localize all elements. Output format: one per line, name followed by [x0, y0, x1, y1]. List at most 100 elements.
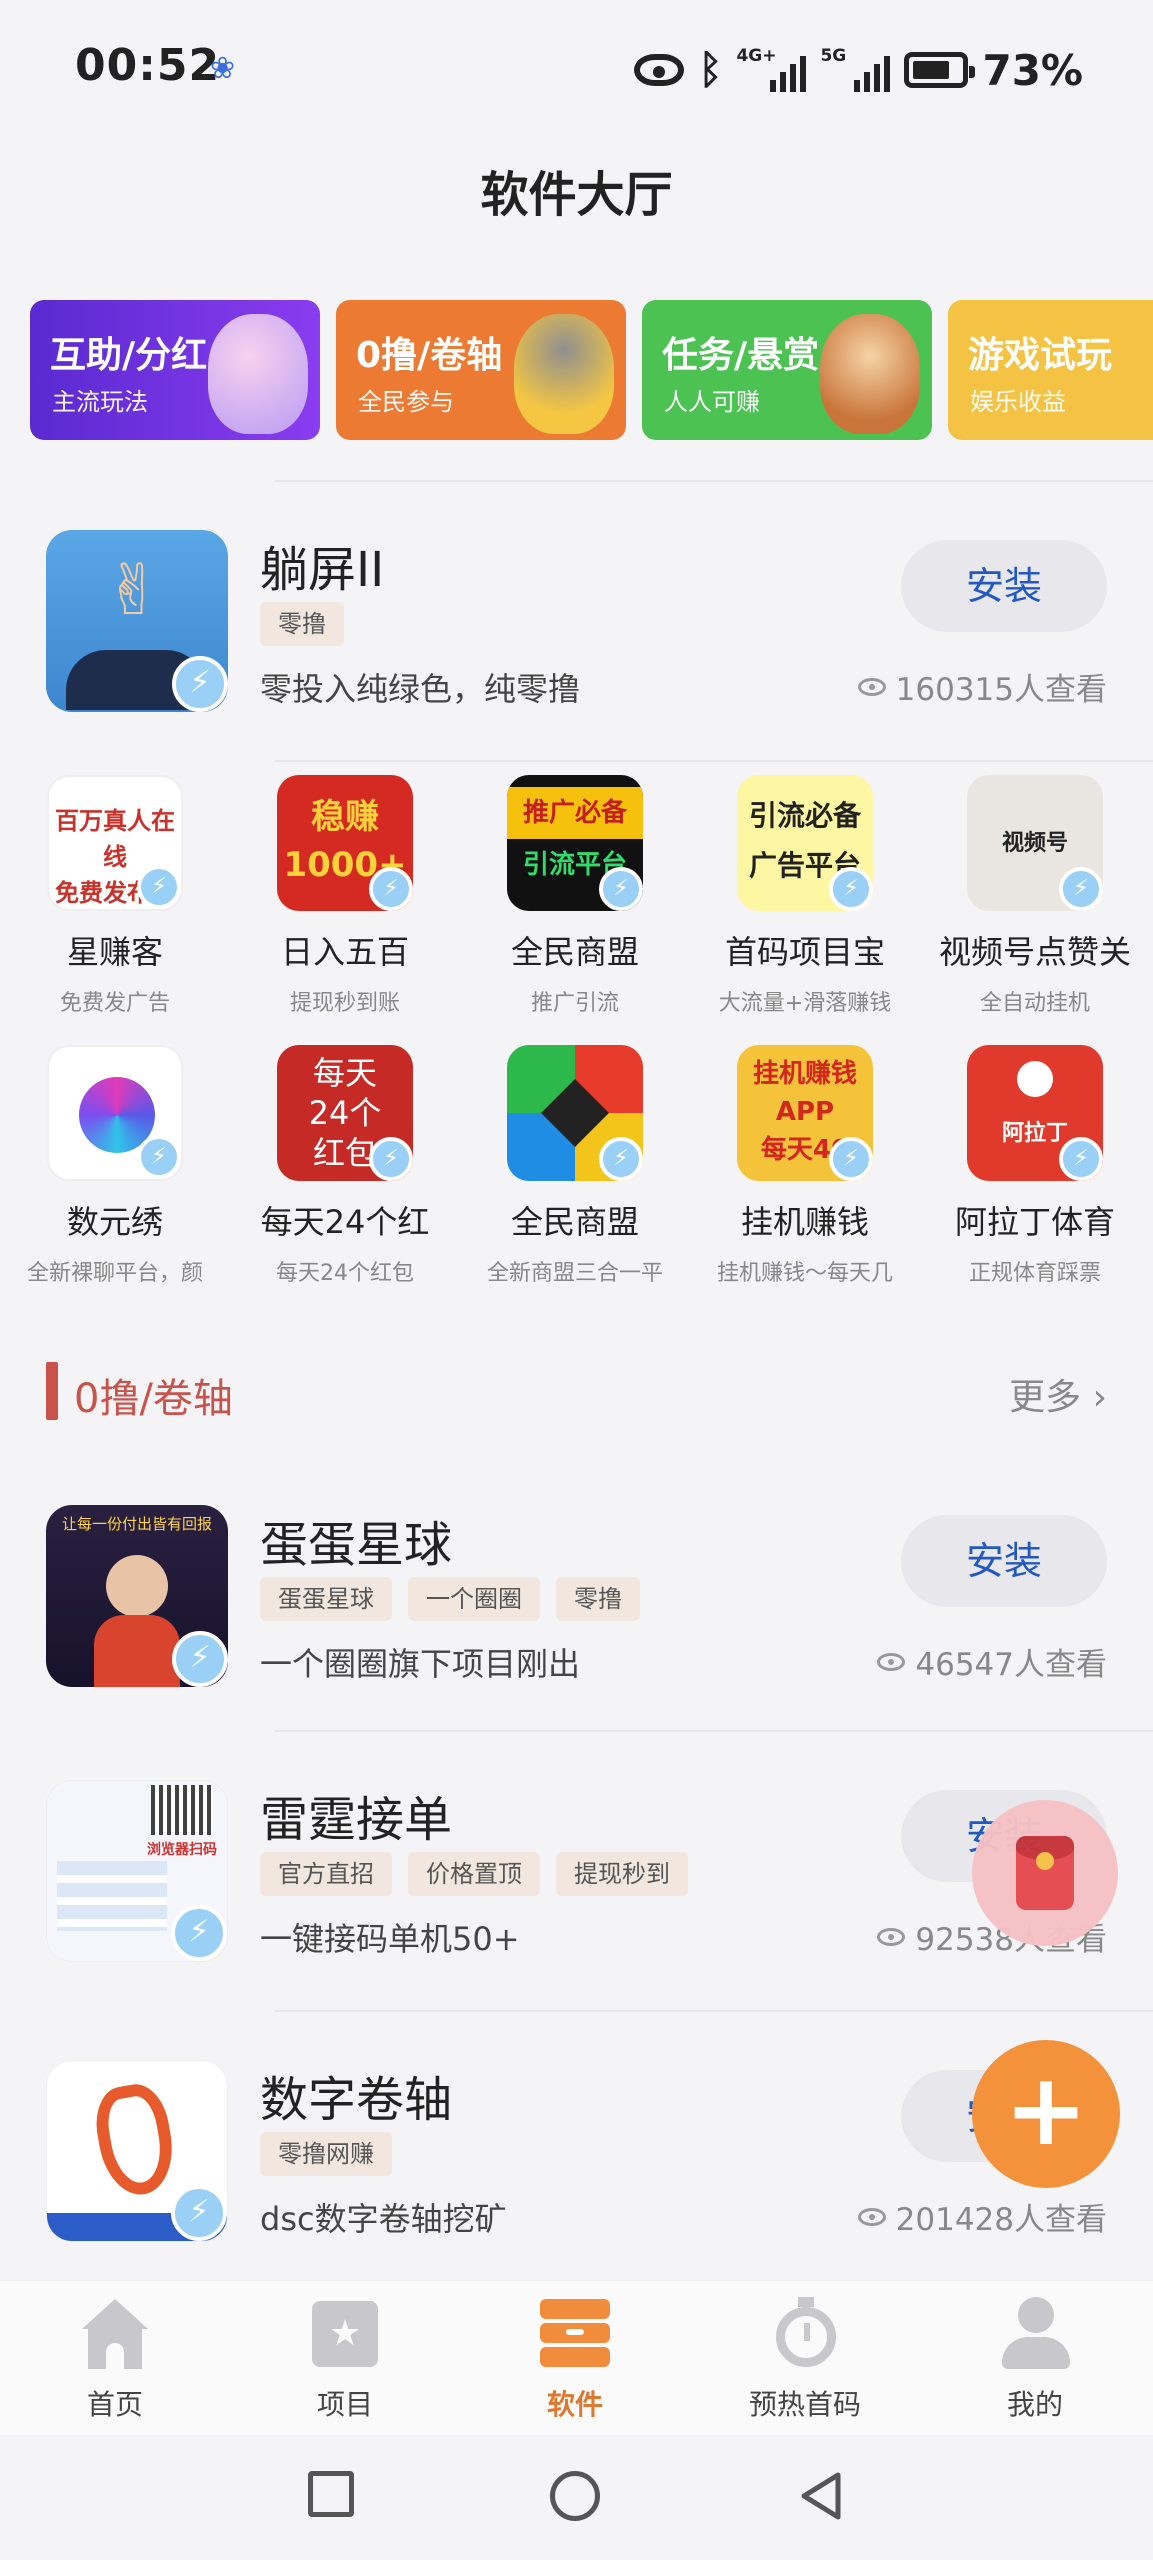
nav-label: 我的 [1006, 2388, 1063, 2421]
grid-app-quanminshangmeng[interactable]: 推广必备 引流平台 ⚡ 全民商盟 推广引流 [460, 775, 690, 1017]
grid-app-quanminshangmeng-2[interactable]: ⚡ 全民商盟 全新商盟三合一平 [460, 1045, 690, 1287]
cowboy-mascot-icon [820, 314, 920, 434]
nav-mine[interactable]: 我的 [935, 2295, 1135, 2423]
app-icon: ⚡ [47, 1045, 183, 1181]
lightning-badge-icon: ⚡ [369, 1137, 413, 1181]
app-icon: 每天 24个 红包 ⚡ [277, 1045, 413, 1181]
grid-app-xingzhuanke[interactable]: 百万真人在线免费发布广告⚡ 星赚客 免费发广告 [0, 775, 230, 1017]
home-circle-button[interactable] [550, 2471, 600, 2521]
system-nav-bar [0, 2435, 1153, 2560]
view-count: 46547人查看 [915, 1647, 1107, 1683]
nav-preheat[interactable]: 预热首码 [705, 2295, 905, 2423]
signal-4g-icon: 4G+ [736, 46, 807, 92]
grid-app-shipinhao[interactable]: 视频号 ⚡ 视频号点赞关 全自动挂机 [920, 775, 1150, 1017]
banner-subtitle: 人人可赚 [664, 388, 760, 416]
scroll-logo-icon [89, 2079, 181, 2201]
grid-app-riruwubai[interactable]: 稳赚 1000+ ⚡ 日入五百 提现秒到账 [230, 775, 460, 1017]
lightning-badge-icon: ⚡ [369, 867, 413, 911]
views-eye-icon [877, 1652, 906, 1671]
grid-app-sub: 提现秒到账 [289, 991, 400, 1016]
app-icon: 阿拉丁 ⚡ [967, 1045, 1103, 1181]
grid-app-name: 日入五百 [280, 933, 409, 971]
lightning-badge-icon: ⚡ [829, 867, 873, 911]
nav-home[interactable]: 首页 [15, 2295, 215, 2423]
app-desc: 一键接码单机50+ [260, 1920, 520, 1958]
app-tag: 蛋蛋星球 [260, 1577, 392, 1621]
grid-app-name: 每天24个红 [260, 1203, 430, 1241]
signal-5g-icon: 5G [820, 46, 891, 92]
lightning-badge-icon: ⚡ [137, 1135, 181, 1179]
grid-app-guajizhuanqian[interactable]: 挂机赚钱 APP 每天40 ⚡ 挂机赚钱 挂机赚钱～每天几 [690, 1045, 920, 1287]
status-time: 00:52 [75, 40, 221, 91]
eye-comfort-icon [634, 54, 685, 86]
nav-software[interactable]: 软件 [475, 2295, 675, 2423]
banner-tasks[interactable]: 任务/悬赏 人人可赚 [642, 300, 932, 440]
app-icon: 百万真人在线免费发布广告⚡ [47, 775, 183, 911]
app-icon: 引流必备 广告平台 ⚡ [737, 775, 873, 911]
recent-apps-button[interactable] [308, 2471, 354, 2517]
grid-app-name: 全民商盟 [510, 1203, 639, 1241]
banner-title: 游戏试玩 [968, 335, 1113, 376]
app-tag: 提现秒到 [556, 1852, 688, 1896]
grid-app-shoumaxiangmubao[interactable]: 引流必备 广告平台 ⚡ 首码项目宝 大流量+滑落赚钱 [690, 775, 920, 1017]
grid-app-name: 挂机赚钱 [740, 1203, 869, 1241]
views-eye-icon [857, 677, 886, 696]
install-button[interactable]: 安装 [901, 1515, 1107, 1607]
red-envelope-button[interactable] [972, 1800, 1118, 1946]
grid-app-name: 全民商盟 [510, 933, 639, 971]
app-tag: 一个圈圈 [408, 1577, 540, 1621]
app-tag: 官方直招 [260, 1852, 392, 1896]
lightning-badge-icon: ⚡ [172, 1631, 228, 1687]
app-tag: 零撸 [556, 1577, 640, 1621]
add-button[interactable]: + [972, 2040, 1120, 2188]
lightning-badge-icon: ⚡ [171, 2185, 227, 2241]
home-icon [76, 2295, 154, 2373]
app-icon: 挂机赚钱 APP 每天40 ⚡ [737, 1045, 873, 1181]
grid-app-name: 星赚客 [66, 933, 163, 971]
app-grid-row-2: ⚡ 数元绣 全新裸聊平台，颜 每天 24个 红包 ⚡ 每天24个红 每天24个红包 ⚡… [0, 1045, 1153, 1287]
plus-icon: + [1004, 2051, 1088, 2168]
app-tag: 价格置顶 [408, 1852, 540, 1896]
banner-subtitle: 娱乐收益 [970, 388, 1066, 416]
featured-app-item[interactable]: ✌ ⚡ 躺屏II 零撸 零投入纯绿色，纯零撸 安装 160315人查看 [0, 480, 1153, 712]
lightning-badge-icon: ⚡ [599, 1137, 643, 1181]
star-folder-icon: ★ [306, 2295, 384, 2373]
stopwatch-icon [766, 2295, 844, 2373]
category-banners: 互助/分红 主流玩法 0撸/卷轴 全民参与 任务/悬赏 人人可赚 游戏试玩 娱乐… [30, 300, 1153, 442]
nav-projects[interactable]: ★ 项目 [245, 2295, 445, 2423]
grid-app-sub: 大流量+滑落赚钱 [718, 991, 892, 1016]
view-count: 160315人查看 [895, 672, 1107, 708]
nav-label: 预热首码 [748, 2388, 861, 2421]
drawer-icon [536, 2295, 614, 2373]
app-icon: ⚡ [46, 2060, 228, 2242]
qr-code-icon [151, 1785, 213, 1835]
app-tag: 零撸网赚 [260, 2132, 392, 2176]
app-name: 数字卷轴 [260, 2072, 453, 2128]
banner-zero-cost[interactable]: 0撸/卷轴 全民参与 [336, 300, 626, 440]
user-icon [996, 2295, 1074, 2373]
banner-title: 互助/分红 [50, 335, 208, 376]
list-item[interactable]: 让每一份付出皆有回报 ⚡ 蛋蛋星球 蛋蛋星球 一个圈圈 零撸 一个圈圈旗下项目刚… [0, 1455, 1153, 1687]
grid-app-name: 数元绣 [66, 1203, 163, 1241]
install-button[interactable]: 安装 [901, 540, 1107, 632]
lightning-badge-icon: ⚡ [829, 1137, 873, 1181]
grid-app-aladingtiyu[interactable]: 阿拉丁 ⚡ 阿拉丁体育 正规体育踩票 [920, 1045, 1150, 1287]
lightning-badge-icon: ⚡ [171, 1905, 227, 1961]
grid-app-meitian24[interactable]: 每天 24个 红包 ⚡ 每天24个红 每天24个红包 [230, 1045, 460, 1287]
banner-game-trial[interactable]: 游戏试玩 娱乐收益 [948, 300, 1153, 440]
battery-icon [904, 52, 976, 88]
banner-title: 任务/悬赏 [662, 335, 820, 376]
back-triangle-icon [801, 2472, 841, 2520]
grid-app-sub: 免费发广告 [59, 991, 170, 1016]
app-icon: 让每一份付出皆有回报 ⚡ [46, 1505, 228, 1687]
app-name: 雷霆接单 [260, 1792, 453, 1848]
grid-app-shuyuanxiu[interactable]: ⚡ 数元绣 全新裸聊平台，颜 [0, 1045, 230, 1287]
grid-app-sub: 推广引流 [530, 991, 619, 1016]
back-button[interactable] [798, 2471, 844, 2521]
app-desc: 零投入纯绿色，纯零撸 [260, 670, 581, 708]
more-link[interactable]: 更多 › [1009, 1368, 1107, 1420]
banner-mutual-aid[interactable]: 互助/分红 主流玩法 [30, 300, 320, 440]
banner-subtitle: 全民参与 [358, 388, 454, 416]
app-icon: ⚡ [507, 1045, 643, 1181]
grid-app-sub: 每天24个红包 [276, 1261, 414, 1286]
